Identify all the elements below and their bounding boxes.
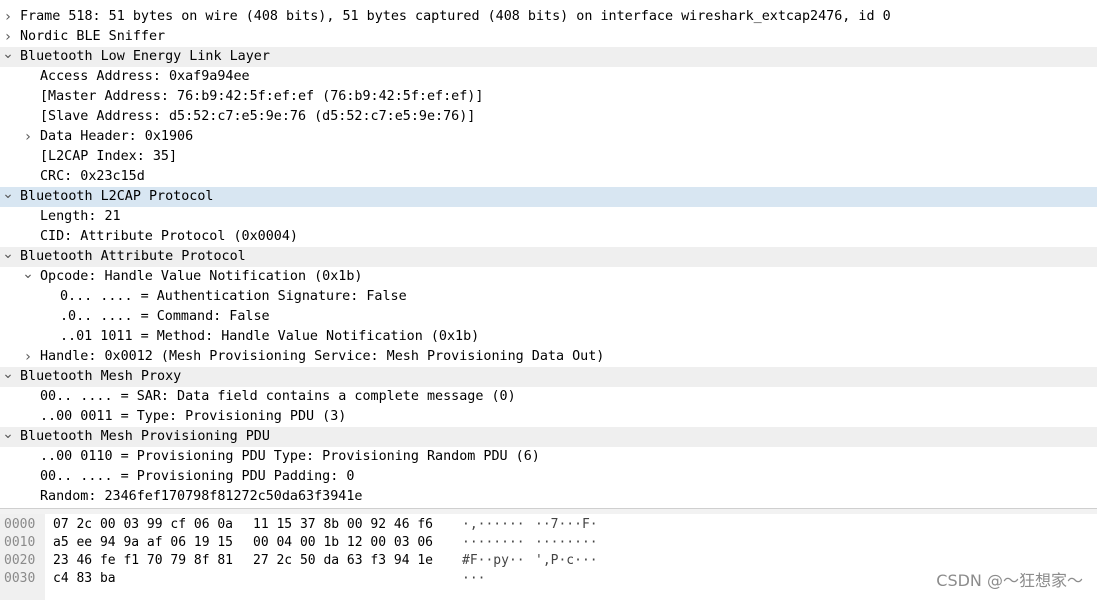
tree-row-label: CID: Attribute Protocol (0x0004): [40, 229, 298, 244]
tree-row[interactable]: ..00 0110 = Provisioning PDU Type: Provi…: [0, 447, 1097, 467]
chevron-down-icon[interactable]: ⌄: [2, 247, 14, 267]
tree-row[interactable]: CID: Attribute Protocol (0x0004): [0, 227, 1097, 247]
tree-row[interactable]: 00.. .... = SAR: Data field contains a c…: [0, 387, 1097, 407]
hex-bytes-right: 11 15 37 8b 00 92 46 f6: [253, 517, 434, 532]
ascii-left: ···: [462, 571, 486, 586]
tree-row[interactable]: ⌄ Bluetooth L2CAP Protocol: [0, 187, 1097, 207]
tree-row-label: 00.. .... = Provisioning PDU Padding: 0: [40, 469, 355, 484]
hex-bytes-left: 23 46 fe f1 70 79 8f 81: [53, 553, 234, 568]
tree-row-label: Bluetooth Mesh Provisioning PDU: [20, 429, 270, 444]
hex-offset: 0000: [4, 517, 36, 532]
chevron-down-icon[interactable]: ⌄: [22, 267, 34, 287]
hex-bytes-left: a5 ee 94 9a af 06 19 15: [53, 535, 234, 550]
tree-row[interactable]: › Nordic BLE Sniffer: [0, 27, 1097, 47]
chevron-right-icon[interactable]: ›: [22, 127, 34, 147]
tree-row-label: Opcode: Handle Value Notification (0x1b): [40, 269, 363, 284]
chevron-right-icon[interactable]: ›: [22, 347, 34, 367]
tree-row[interactable]: ⌄ Bluetooth Low Energy Link Layer: [0, 47, 1097, 67]
hex-offset: 0020: [4, 553, 36, 568]
chevron-right-icon[interactable]: ›: [2, 7, 14, 27]
chevron-down-icon[interactable]: ⌄: [2, 367, 14, 387]
hex-row[interactable]: 0010 a5 ee 94 9a af 06 19 15 00 04 00 1b 1…: [0, 534, 1097, 552]
tree-row[interactable]: 0... .... = Authentication Signature: Fa…: [0, 287, 1097, 307]
hex-bytes-left: c4 83 ba: [53, 571, 116, 586]
tree-row[interactable]: [L2CAP Index: 35]: [0, 147, 1097, 167]
tree-row-label: Data Header: 0x1906: [40, 129, 194, 144]
hex-offset: 0010: [4, 535, 36, 550]
tree-row[interactable]: 00.. .... = Provisioning PDU Padding: 0: [0, 467, 1097, 487]
tree-row[interactable]: ..00 0011 = Type: Provisioning PDU (3): [0, 407, 1097, 427]
chevron-down-icon[interactable]: ⌄: [2, 187, 14, 207]
ascii-left: #F··py··: [462, 553, 525, 568]
tree-row-label: 0... .... = Authentication Signature: Fa…: [60, 289, 407, 304]
tree-row-label: ..01 1011 = Method: Handle Value Notific…: [60, 329, 480, 344]
chevron-down-icon[interactable]: ⌄: [2, 47, 14, 67]
hex-row[interactable]: 0000 07 2c 00 03 99 cf 06 0a 11 15 37 8b 0…: [0, 516, 1097, 534]
tree-row[interactable]: ⌄ Bluetooth Mesh Provisioning PDU: [0, 427, 1097, 447]
tree-row[interactable]: [Master Address: 76:b9:42:5f:ef:ef (76:b…: [0, 87, 1097, 107]
hex-offset: 0030: [4, 571, 36, 586]
packet-bytes-pane: 0000 07 2c 00 03 99 cf 06 0a 11 15 37 8b 0…: [0, 514, 1097, 600]
tree-row-label: Bluetooth Mesh Proxy: [20, 369, 182, 384]
tree-row-label: Frame 518: 51 bytes on wire (408 bits), …: [20, 9, 891, 24]
tree-row-label: [Master Address: 76:b9:42:5f:ef:ef (76:b…: [40, 89, 484, 104]
ascii-right: ··7···F·: [535, 517, 598, 532]
chevron-down-icon[interactable]: ⌄: [2, 427, 14, 447]
tree-row-label: Bluetooth Low Energy Link Layer: [20, 49, 270, 64]
tree-row-label: Bluetooth Attribute Protocol: [20, 249, 246, 264]
ascii-right: ········: [535, 535, 598, 550]
tree-row-label: [L2CAP Index: 35]: [40, 149, 178, 164]
tree-row[interactable]: CRC: 0x23c15d: [0, 167, 1097, 187]
tree-row-label: .0.. .... = Command: False: [60, 309, 270, 324]
chevron-right-icon[interactable]: ›: [2, 27, 14, 47]
tree-row-label: Bluetooth L2CAP Protocol: [20, 189, 214, 204]
tree-row-label: Nordic BLE Sniffer: [20, 29, 166, 44]
tree-row[interactable]: › Frame 518: 51 bytes on wire (408 bits),…: [0, 7, 1097, 27]
tree-row-label: ..00 0011 = Type: Provisioning PDU (3): [40, 409, 347, 424]
hex-row[interactable]: 0020 23 46 fe f1 70 79 8f 81 27 2c 50 da 6…: [0, 552, 1097, 570]
tree-row-label: Random: 2346fef170798f81272c50da63f3941e: [40, 489, 363, 504]
tree-row-label: Length: 21: [40, 209, 121, 224]
ascii-left: ·,······: [462, 517, 525, 532]
packet-details-tree: › Frame 518: 51 bytes on wire (408 bits),…: [0, 7, 1097, 507]
tree-row[interactable]: Length: 21: [0, 207, 1097, 227]
watermark: CSDN @～狂想家～: [936, 571, 1083, 590]
ascii-right: ',P·c···: [535, 553, 598, 568]
tree-row-label: [Slave Address: d5:52:c7:e5:9e:76 (d5:52…: [40, 109, 476, 124]
tree-row[interactable]: › Handle: 0x0012 (Mesh Provisioning Servi…: [0, 347, 1097, 367]
tree-row[interactable]: ⌄ Bluetooth Mesh Proxy: [0, 367, 1097, 387]
tree-row[interactable]: ⌄ Opcode: Handle Value Notification (0x1b…: [0, 267, 1097, 287]
tree-row-label: ..00 0110 = Provisioning PDU Type: Provi…: [40, 449, 540, 464]
tree-row[interactable]: Random: 2346fef170798f81272c50da63f3941e: [0, 487, 1097, 507]
hex-bytes-right: 27 2c 50 da 63 f3 94 1e: [253, 553, 434, 568]
tree-row[interactable]: › Data Header: 0x1906: [0, 127, 1097, 147]
tree-row-label: Access Address: 0xaf9a94ee: [40, 69, 250, 84]
tree-row[interactable]: ..01 1011 = Method: Handle Value Notific…: [0, 327, 1097, 347]
hex-bytes-right: 00 04 00 1b 12 00 03 06: [253, 535, 434, 550]
tree-row[interactable]: [Slave Address: d5:52:c7:e5:9e:76 (d5:52…: [0, 107, 1097, 127]
tree-row-label: Handle: 0x0012 (Mesh Provisioning Servic…: [40, 349, 605, 364]
hex-rows: 0000 07 2c 00 03 99 cf 06 0a 11 15 37 8b 0…: [0, 516, 1097, 588]
tree-row[interactable]: ⌄ Bluetooth Attribute Protocol: [0, 247, 1097, 267]
hex-row[interactable]: 0030 c4 83 ba ···: [0, 570, 1097, 588]
tree-row[interactable]: Access Address: 0xaf9a94ee: [0, 67, 1097, 87]
tree-row-label: 00.. .... = SAR: Data field contains a c…: [40, 389, 516, 404]
ascii-left: ········: [462, 535, 525, 550]
tree-row[interactable]: .0.. .... = Command: False: [0, 307, 1097, 327]
hex-bytes-left: 07 2c 00 03 99 cf 06 0a: [53, 517, 234, 532]
tree-row-label: CRC: 0x23c15d: [40, 169, 145, 184]
